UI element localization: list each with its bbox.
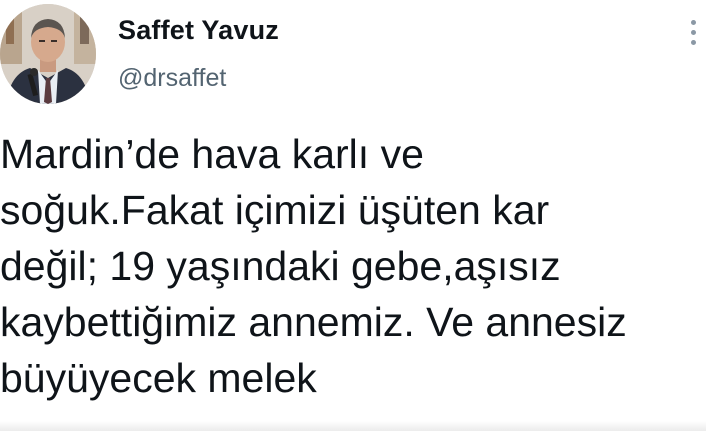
avatar[interactable]	[0, 4, 96, 104]
author-display-name[interactable]: Saffet Yavuz	[118, 15, 279, 46]
tweet-text-line: Mardin’de hava karlı ve	[0, 131, 424, 177]
tweet-text: Mardin’de hava karlı ve soğuk.Fakat içim…	[0, 126, 706, 406]
more-dots-icon[interactable]	[687, 20, 701, 46]
bottom-divider	[0, 421, 706, 431]
profile-photo-icon	[0, 4, 96, 104]
tweet-text-line: soğuk.Fakat içimizi üşüten kar	[0, 187, 550, 233]
tweet-card: Saffet Yavuz @drsaffet Mardin’de hava ka…	[0, 0, 706, 431]
tweet-text-line: kaybettiğimiz annemiz. Ve annesiz	[0, 299, 627, 345]
tweet-text-line: büyüyecek melek	[0, 355, 317, 401]
tweet-text-line: değil; 19 yaşındaki gebe,aşısız	[0, 243, 561, 289]
author-handle[interactable]: @drsaffet	[118, 64, 226, 93]
